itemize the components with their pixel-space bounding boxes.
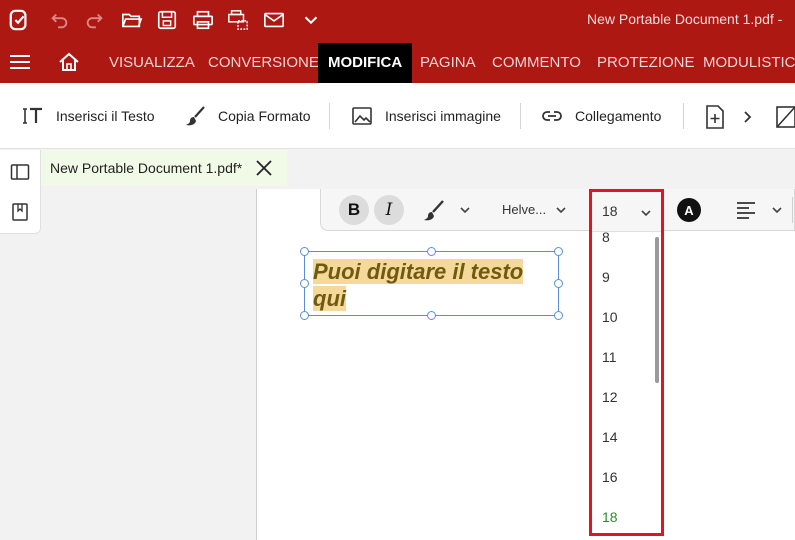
copy-format-button[interactable]: Copia Formato: [184, 103, 311, 129]
hamburger-menu-icon[interactable]: [9, 51, 31, 73]
crop-icon[interactable]: [775, 105, 795, 129]
print-icon[interactable]: [191, 8, 215, 32]
chevron-down-icon[interactable]: [555, 204, 567, 216]
redo-icon[interactable]: [83, 8, 107, 32]
text-cursor-icon: [23, 107, 42, 124]
chevron-down-icon[interactable]: [299, 8, 323, 32]
insert-image-label: Inserisci immagine: [385, 108, 501, 124]
menu-bar: VISUALIZZA CONVERSIONE MODIFICA PAGINA C…: [0, 40, 795, 83]
chevron-right-icon[interactable]: [742, 110, 754, 124]
chevron-down-icon[interactable]: [459, 204, 471, 216]
resize-handle[interactable]: [427, 311, 436, 320]
menu-commento[interactable]: COMMENTO: [492, 40, 581, 83]
home-icon[interactable]: [58, 51, 80, 73]
bookmark-icon[interactable]: [10, 202, 30, 222]
link-button[interactable]: Collegamento: [541, 103, 661, 129]
link-label: Collegamento: [575, 108, 662, 124]
font-size-option[interactable]: 16: [602, 469, 618, 485]
insert-image-button[interactable]: Inserisci immagine: [351, 103, 501, 129]
bold-button[interactable]: B: [339, 195, 369, 225]
menu-conversione[interactable]: CONVERSIONE: [208, 40, 319, 83]
add-page-icon[interactable]: [704, 105, 726, 129]
font-size-value: 18: [602, 203, 618, 219]
text-box-content[interactable]: Puoi digitare il testo qui: [313, 258, 553, 312]
text-line: Puoi digitare il testo: [313, 259, 524, 284]
resize-handle[interactable]: [300, 247, 309, 256]
menu-visualizza[interactable]: VISUALIZZA: [109, 40, 195, 83]
resize-handle[interactable]: [300, 311, 309, 320]
document-tab-title: New Portable Document 1.pdf*: [50, 160, 243, 176]
font-family-select[interactable]: Helve...: [502, 202, 546, 217]
document-tab[interactable]: New Portable Document 1.pdf*: [41, 150, 287, 186]
sidebar-toggle-icon[interactable]: [10, 162, 30, 182]
font-size-option-selected[interactable]: 18: [602, 509, 618, 525]
app-logo-icon: [7, 8, 31, 32]
link-icon: [542, 111, 562, 121]
font-size-option[interactable]: 11: [602, 349, 617, 365]
font-size-select[interactable]: 18: [592, 192, 661, 232]
font-size-option[interactable]: 14: [602, 429, 618, 445]
align-left-icon[interactable]: [735, 200, 757, 220]
resize-handle[interactable]: [300, 279, 309, 288]
text-line: qui: [313, 286, 346, 311]
undo-icon[interactable]: [47, 8, 71, 32]
brush-icon: [186, 106, 205, 126]
font-size-dropdown[interactable]: 18 8 9 10 11 12 14 16 18: [589, 189, 664, 536]
edit-toolbar: Inserisci il Testo Copia Formato Inseris…: [0, 83, 795, 149]
mail-icon[interactable]: [262, 8, 286, 32]
toolbar-divider: [520, 103, 521, 129]
side-panel: [0, 150, 41, 234]
menu-protezione[interactable]: PROTEZIONE: [597, 40, 695, 83]
menu-modifica[interactable]: MODIFICA: [318, 43, 413, 83]
resize-handle[interactable]: [554, 247, 563, 256]
window-title: New Portable Document 1.pdf -: [587, 11, 783, 27]
highlight-marker-icon[interactable]: [423, 199, 447, 221]
menu-modulistica[interactable]: MODULISTICA: [703, 40, 795, 83]
resize-handle[interactable]: [554, 311, 563, 320]
font-size-option[interactable]: 8: [602, 229, 610, 245]
text-color-button[interactable]: A: [677, 198, 701, 222]
toolbar-divider: [329, 103, 330, 129]
chevron-down-icon[interactable]: [640, 207, 652, 219]
close-icon[interactable]: [255, 159, 273, 177]
format-divider: [792, 197, 793, 223]
menu-pagina[interactable]: PAGINA: [420, 40, 476, 83]
insert-text-button[interactable]: Inserisci il Testo: [22, 103, 155, 129]
dropdown-scrollbar[interactable]: [655, 237, 659, 383]
save-icon[interactable]: [155, 8, 179, 32]
open-folder-icon[interactable]: [120, 8, 144, 32]
insert-text-label: Inserisci il Testo: [56, 108, 155, 124]
image-icon: [352, 107, 372, 125]
document-page[interactable]: [256, 189, 795, 540]
title-bar: New Portable Document 1.pdf -: [0, 0, 795, 40]
toolbar-divider: [683, 103, 684, 129]
resize-handle[interactable]: [554, 279, 563, 288]
text-format-bar: B I Helve... A: [320, 189, 795, 231]
copy-format-label: Copia Formato: [218, 108, 311, 124]
italic-button[interactable]: I: [374, 195, 404, 225]
text-box[interactable]: Puoi digitare il testo qui: [300, 247, 563, 320]
resize-handle[interactable]: [427, 247, 436, 256]
chevron-down-icon[interactable]: [771, 204, 783, 216]
batch-print-icon[interactable]: [226, 8, 250, 32]
font-size-option[interactable]: 10: [602, 309, 618, 325]
font-size-option[interactable]: 12: [602, 389, 618, 405]
font-size-option[interactable]: 9: [602, 269, 610, 285]
